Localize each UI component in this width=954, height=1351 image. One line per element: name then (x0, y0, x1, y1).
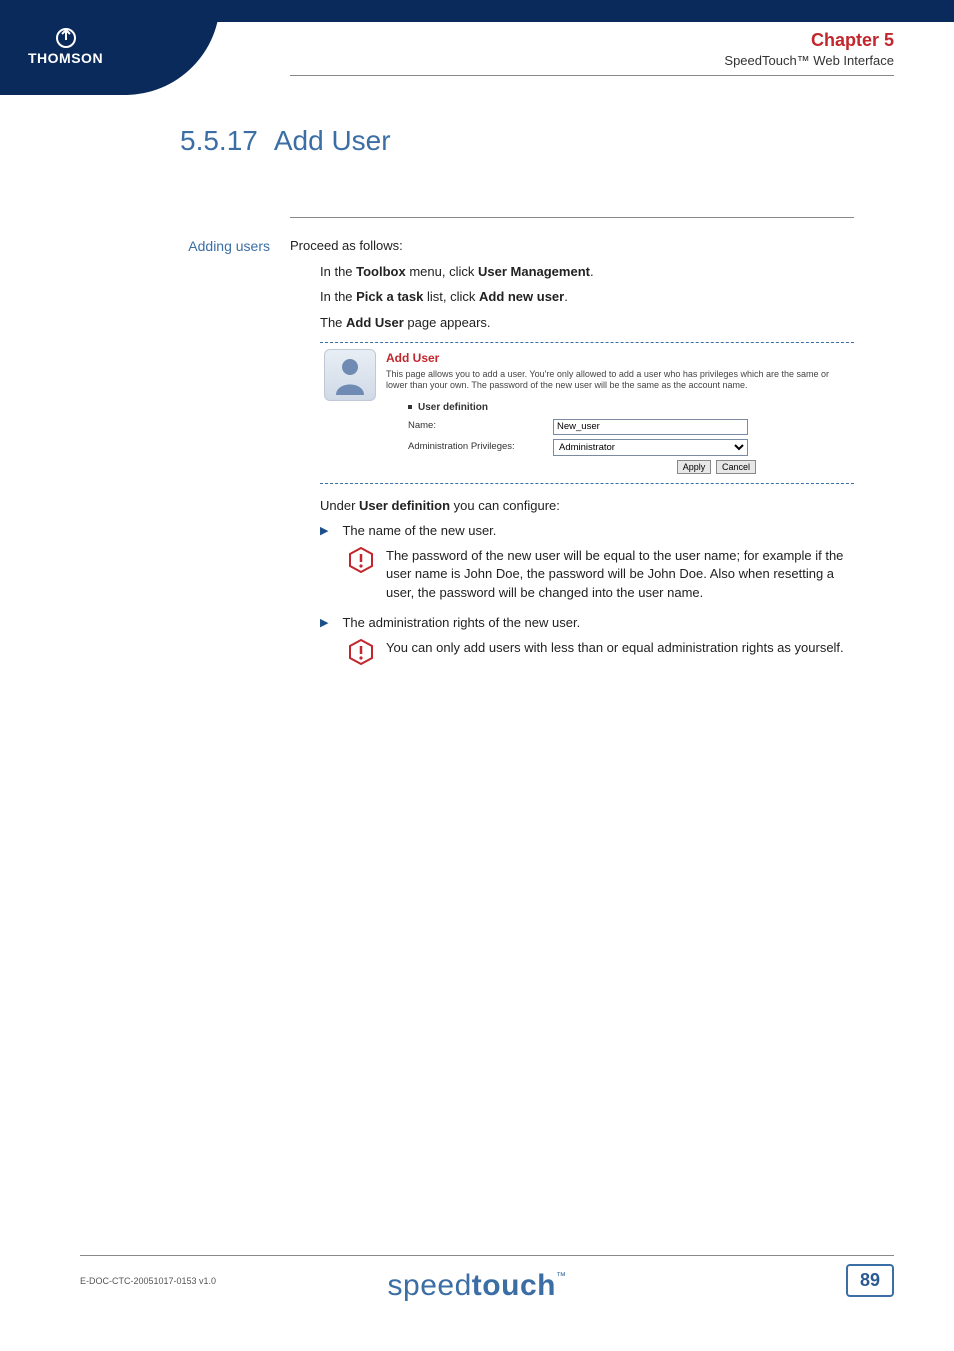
priv-label: Administration Privileges: (408, 440, 553, 454)
body-row: Adding users Proceed as follows: In the … (0, 236, 894, 680)
list-item-text: The administration rights of the new use… (342, 613, 580, 633)
screenshot-section-label: User definition (408, 400, 850, 415)
user-avatar-icon (324, 349, 376, 401)
note-2: You can only add users with less than or… (348, 639, 854, 671)
priv-row: Administration Privileges: Administrator (408, 439, 850, 456)
bullet-icon (408, 405, 412, 409)
name-row: Name: (408, 419, 850, 435)
section-title: Add User (274, 125, 391, 156)
step-1: In the Toolbox menu, click User Manageme… (320, 262, 854, 282)
header-rule (290, 75, 894, 76)
footer: E-DOC-CTC-20051017-0153 v1.0 89 (0, 1255, 954, 1297)
priv-select[interactable]: Administrator (553, 439, 748, 456)
footer-row: E-DOC-CTC-20051017-0153 v1.0 89 (80, 1264, 894, 1297)
name-label: Name: (408, 419, 553, 433)
note-1: The password of the new user will be equ… (348, 547, 854, 604)
step-2: In the Pick a task list, click Add new u… (320, 287, 854, 307)
footer-rule (80, 1255, 894, 1256)
screenshot-desc: This page allows you to add a user. You'… (386, 369, 850, 392)
section-rule (290, 217, 854, 218)
intro-text: Proceed as follows: (290, 236, 854, 256)
thomson-text: THOMSON (28, 50, 103, 66)
side-label: Adding users (0, 236, 290, 680)
cancel-button[interactable]: Cancel (716, 460, 756, 474)
chapter-title: Chapter 5 (724, 30, 894, 51)
section-heading: 5.5.17 Add User (180, 125, 894, 157)
chapter-subtitle: SpeedTouch™ Web Interface (724, 53, 894, 68)
section-number: 5.5.17 (180, 125, 258, 156)
thomson-icon (56, 28, 76, 48)
header-right: Chapter 5 SpeedTouch™ Web Interface (724, 30, 894, 68)
triangle-bullet-icon: ▶ (320, 523, 328, 540)
step-3: The Add User page appears. (320, 313, 854, 333)
doc-reference: E-DOC-CTC-20051017-0153 v1.0 (80, 1276, 216, 1286)
config-list: ▶ The name of the new user. The password… (320, 521, 854, 670)
screenshot-title: Add User (386, 349, 850, 367)
thomson-logo: THOMSON (28, 28, 103, 66)
list-item: ▶ The name of the new user. (320, 521, 854, 541)
note-2-text: You can only add users with less than or… (386, 639, 844, 658)
add-user-screenshot: Add User This page allows you to add a u… (320, 342, 854, 484)
apply-button[interactable]: Apply (677, 460, 712, 474)
note-1-text: The password of the new user will be equ… (386, 547, 854, 604)
list-item: ▶ The administration rights of the new u… (320, 613, 854, 633)
warning-icon (348, 639, 374, 671)
triangle-bullet-icon: ▶ (320, 615, 328, 632)
warning-icon (348, 547, 374, 579)
name-input[interactable] (553, 419, 748, 435)
content: 5.5.17 Add User Adding users Proceed as f… (0, 125, 954, 680)
under-text: Under User definition you can configure: (320, 496, 854, 516)
main-column: Proceed as follows: In the Toolbox menu,… (290, 236, 894, 680)
screenshot-buttons: Apply Cancel (386, 460, 756, 475)
page-number: 89 (846, 1264, 894, 1297)
list-item-text: The name of the new user. (342, 521, 496, 541)
